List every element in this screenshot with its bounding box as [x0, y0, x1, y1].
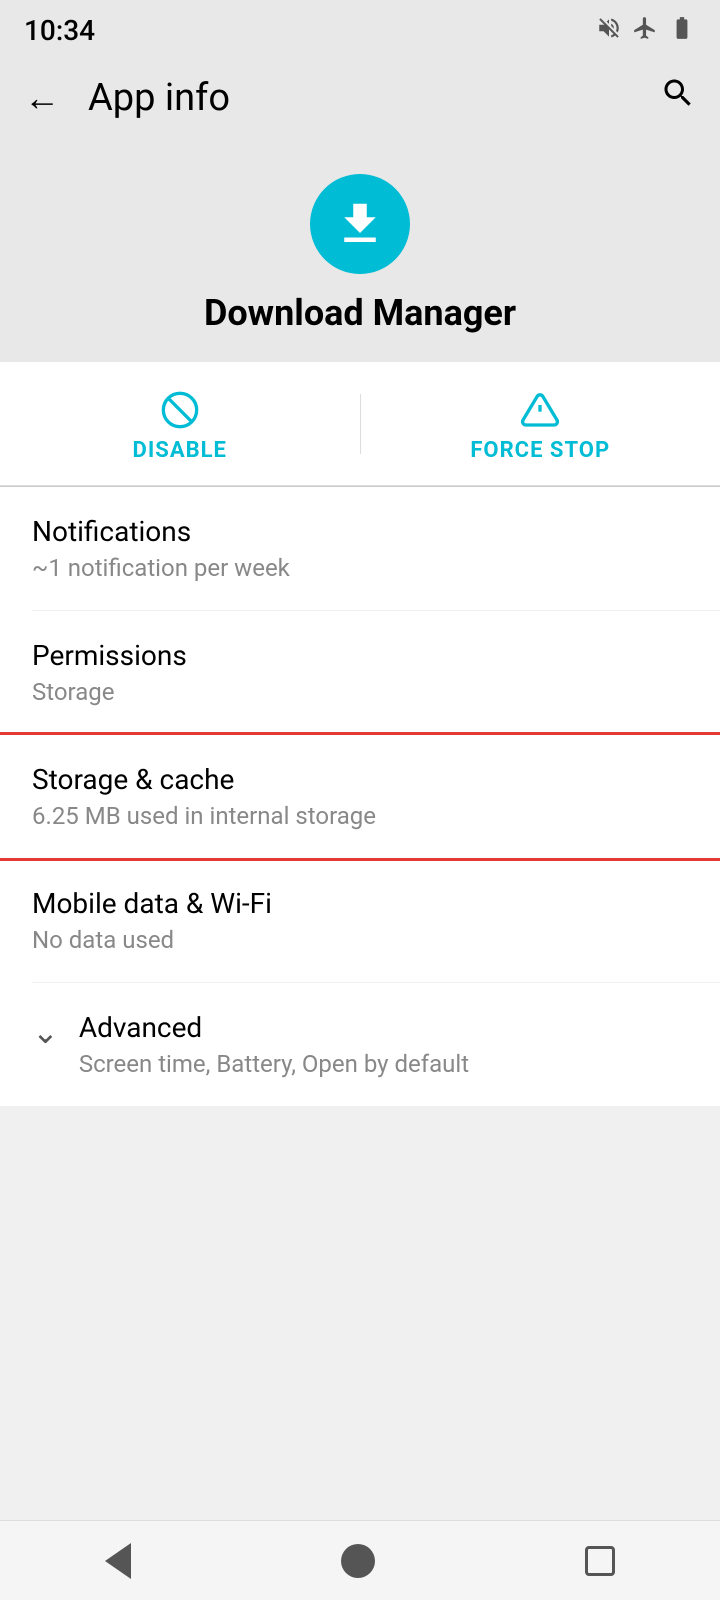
nav-recents-button[interactable] — [585, 1546, 615, 1576]
notifications-subtitle: ~1 notification per week — [32, 554, 688, 582]
battery-icon — [668, 15, 696, 47]
storage-cache-item[interactable]: Storage & cache 6.25 MB used in internal… — [0, 735, 720, 858]
permissions-subtitle: Storage — [32, 678, 688, 706]
nav-home-icon — [341, 1544, 375, 1578]
app-name: Download Manager — [204, 292, 516, 334]
nav-recents-icon — [585, 1546, 615, 1576]
mobile-data-title: Mobile data & Wi-Fi — [32, 887, 688, 920]
nav-back-icon — [105, 1543, 131, 1579]
bottom-nav — [0, 1520, 720, 1600]
nav-back-button[interactable] — [105, 1543, 131, 1579]
settings-list: Notifications ~1 notification per week P… — [0, 487, 720, 1106]
notifications-item[interactable]: Notifications ~1 notification per week — [0, 487, 720, 610]
content-area: Notifications ~1 notification per week P… — [0, 487, 720, 1186]
permissions-item[interactable]: Permissions Storage — [0, 611, 720, 734]
advanced-item[interactable]: ⌄ Advanced Screen time, Battery, Open by… — [0, 983, 720, 1106]
action-buttons: DISABLE FORCE STOP — [0, 362, 720, 486]
mute-icon — [596, 15, 622, 47]
force-stop-button[interactable]: FORCE STOP — [361, 362, 720, 485]
disable-label: DISABLE — [133, 438, 227, 463]
notifications-title: Notifications — [32, 515, 688, 548]
app-bar: ← App info — [0, 57, 720, 138]
storage-cache-title: Storage & cache — [32, 763, 688, 796]
chevron-down-icon: ⌄ — [32, 1013, 59, 1051]
force-stop-label: FORCE STOP — [470, 438, 610, 463]
nav-home-button[interactable] — [341, 1544, 375, 1578]
advanced-title: Advanced — [79, 1011, 469, 1044]
disable-button[interactable]: DISABLE — [0, 362, 360, 485]
advanced-text: Advanced Screen time, Battery, Open by d… — [79, 1011, 469, 1078]
storage-cache-subtitle: 6.25 MB used in internal storage — [32, 802, 688, 830]
app-icon — [310, 174, 410, 274]
app-bar-left: ← App info — [24, 76, 230, 120]
search-button[interactable] — [660, 75, 696, 120]
mobile-data-item[interactable]: Mobile data & Wi-Fi No data used — [0, 859, 720, 982]
advanced-subtitle: Screen time, Battery, Open by default — [79, 1050, 469, 1078]
status-time: 10:34 — [24, 14, 95, 47]
permissions-title: Permissions — [32, 639, 688, 672]
status-bar: 10:34 — [0, 0, 720, 57]
back-button[interactable]: ← — [24, 77, 60, 119]
mobile-data-subtitle: No data used — [32, 926, 688, 954]
page-title: App info — [88, 76, 230, 120]
app-header: Download Manager — [0, 138, 720, 362]
airplane-icon — [632, 15, 658, 47]
status-icons — [596, 15, 696, 47]
